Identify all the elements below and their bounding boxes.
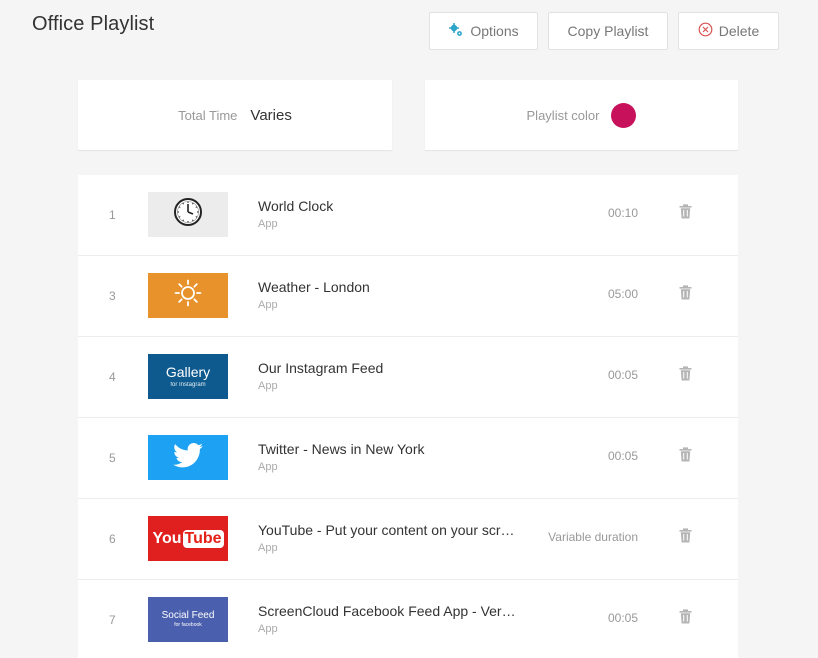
row-duration[interactable]: 00:10 xyxy=(608,206,638,220)
twitter-bird-icon xyxy=(173,442,203,473)
playlist-color-card: Playlist color xyxy=(425,80,738,150)
options-label: Options xyxy=(470,23,519,39)
row-name[interactable]: Twitter - News in New York xyxy=(258,441,425,457)
row-duration[interactable]: 05:00 xyxy=(608,287,638,301)
playlist-row[interactable]: 3 Weather - London App 05:00 xyxy=(78,256,738,337)
playlist-color-swatch[interactable] xyxy=(611,102,637,128)
row-type: App xyxy=(258,461,278,473)
row-type: App xyxy=(258,299,278,311)
row-type: App xyxy=(258,542,278,554)
trash-icon[interactable] xyxy=(679,285,693,301)
row-thumbnail xyxy=(148,273,228,318)
row-number: 5 xyxy=(109,451,116,465)
playlist-color-label: Playlist color xyxy=(526,107,600,123)
total-time-value: Varies xyxy=(250,106,292,124)
options-button[interactable]: Options xyxy=(429,12,538,50)
row-number: 6 xyxy=(109,532,116,546)
row-duration[interactable]: Variable duration xyxy=(548,530,638,544)
youtube-logo-tube: Tube xyxy=(182,529,224,548)
row-number: 7 xyxy=(109,613,116,627)
row-name[interactable]: Our Instagram Feed xyxy=(258,360,383,376)
row-duration[interactable]: 00:05 xyxy=(608,368,638,382)
trash-icon[interactable] xyxy=(679,528,693,544)
row-type: App xyxy=(258,218,278,230)
delete-button[interactable]: Delete xyxy=(678,12,779,50)
playlist-items: 1 World Clock App 00:10 3 Weather - Lond… xyxy=(78,175,738,658)
playlist-row[interactable]: 7 Social Feed for facebook ScreenCloud Fa… xyxy=(78,580,738,658)
trash-icon[interactable] xyxy=(679,609,693,625)
row-thumbnail: Social Feed for facebook xyxy=(148,597,228,642)
row-name[interactable]: Weather - London xyxy=(258,279,370,295)
trash-icon[interactable] xyxy=(679,366,693,382)
social-feed-logo-text: Social Feed xyxy=(161,610,215,621)
gears-icon xyxy=(448,22,464,41)
row-name[interactable]: YouTube - Put your content on your scre… xyxy=(258,522,520,538)
trash-icon[interactable] xyxy=(679,447,693,463)
clock-icon xyxy=(173,197,203,232)
sun-icon xyxy=(174,279,202,312)
row-name[interactable]: ScreenCloud Facebook Feed App - Versi… xyxy=(258,603,520,619)
row-thumbnail xyxy=(148,192,228,237)
total-time-card: Total Time Varies xyxy=(78,80,392,150)
playlist-row[interactable]: 1 World Clock App 00:10 xyxy=(78,175,738,256)
youtube-logo-you: You xyxy=(152,529,182,547)
page-title: Office Playlist xyxy=(32,13,155,35)
gallery-logo-sub: for Instagram xyxy=(170,382,206,388)
row-thumbnail: Gallery for Instagram xyxy=(148,354,228,399)
copy-playlist-button[interactable]: Copy Playlist xyxy=(548,12,668,50)
gallery-logo-text: Gallery xyxy=(165,364,211,380)
total-time-label: Total Time xyxy=(178,107,238,123)
row-number: 3 xyxy=(109,289,116,303)
playlist-row[interactable]: 5 Twitter - News in New York App 00:05 xyxy=(78,418,738,499)
playlist-row[interactable]: 6 You Tube YouTube - Put your content on … xyxy=(78,499,738,580)
close-circle-icon xyxy=(698,22,713,40)
row-thumbnail: You Tube xyxy=(148,516,228,561)
playlist-row[interactable]: 4 Gallery for Instagram Our Instagram Fee… xyxy=(78,337,738,418)
trash-icon[interactable] xyxy=(679,204,693,220)
delete-label: Delete xyxy=(718,23,760,39)
row-name[interactable]: World Clock xyxy=(258,198,333,214)
row-type: App xyxy=(258,380,278,392)
copy-playlist-label: Copy Playlist xyxy=(567,23,649,39)
social-feed-logo-sub: for facebook xyxy=(174,622,202,628)
row-number: 1 xyxy=(109,208,116,222)
row-duration[interactable]: 00:05 xyxy=(608,611,638,625)
row-duration[interactable]: 00:05 xyxy=(608,449,638,463)
row-number: 4 xyxy=(109,370,116,384)
row-type: App xyxy=(258,623,278,635)
row-thumbnail xyxy=(148,435,228,480)
